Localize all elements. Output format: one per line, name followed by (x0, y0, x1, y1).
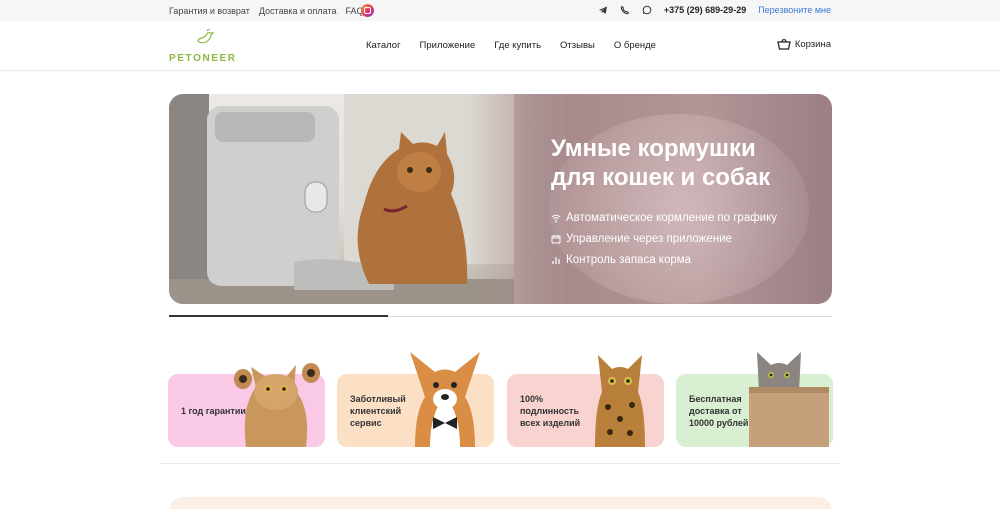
callback-link[interactable]: Перезвоните мне (758, 5, 831, 15)
feature-card-service[interactable]: Заботливый клиентский сервис (337, 352, 494, 447)
contacts: +375 (29) 689-29-29 Перезвоните мне (598, 5, 831, 15)
hero-feature: Автоматическое кормление по графику (551, 207, 777, 228)
hero-banner[interactable]: Умные кормушки для кошек и собак Автомат… (169, 94, 832, 304)
next-section-banner (169, 497, 832, 509)
feature-card-authenticity[interactable]: 100% подлинность всех изделий (507, 355, 664, 447)
logo-text: PETONEER (169, 53, 237, 64)
bengal-cat-image (595, 355, 645, 447)
nav-where-to-buy[interactable]: Где купить (494, 40, 541, 51)
telegram-icon[interactable] (598, 5, 608, 15)
logo-dog-icon (197, 29, 215, 44)
cart-label: Корзина (794, 38, 831, 50)
hero-fade (469, 94, 559, 304)
hero-feature-list: Автоматическое кормление по графику Упра… (551, 207, 777, 270)
slider-progress-fill (169, 315, 388, 317)
feeder-and-cat-image (169, 94, 514, 304)
cart-button[interactable]: Корзина (777, 38, 831, 50)
header: PETONEER Каталог Приложение Где купить О… (0, 21, 1000, 71)
top-links: Гарантия и возврат Доставка и оплата FAQ (169, 6, 364, 16)
bar-chart-icon (552, 256, 560, 264)
nav-reviews[interactable]: Отзывы (560, 40, 595, 51)
nav-about-brand[interactable]: О бренде (614, 40, 656, 51)
cat-in-box-image (749, 352, 829, 447)
calendar-icon (551, 234, 561, 243)
feature-card-warranty[interactable]: 1 год гарантии (168, 363, 325, 447)
feature-cards: 1 год гарантии Заботливый клиентский сер… (168, 336, 834, 448)
top-bar: Гарантия и возврат Доставка и оплата FAQ… (0, 0, 1000, 21)
phone-number[interactable]: +375 (29) 689-29-29 (664, 5, 746, 15)
whatsapp-icon[interactable] (642, 5, 652, 15)
section-divider (160, 463, 840, 464)
hero-feature-text: Управление через приложение (566, 232, 732, 245)
cat-paws-up-image (234, 363, 320, 447)
wifi-icon (551, 214, 561, 223)
corgi-image (410, 352, 480, 447)
hero-feature-text: Контроль запаса корма (566, 253, 692, 266)
hero-title: Умные кормушки для кошек и собак (551, 134, 811, 192)
logo[interactable]: PETONEER (169, 29, 239, 65)
hero-feature: Управление через приложение (551, 228, 777, 249)
hero-title-line2: для кошек и собак (551, 164, 771, 191)
hero-feature: Контроль запаса корма (551, 249, 777, 270)
feature-card-delivery[interactable]: Бесплатная доставка от 10000 рублей (676, 352, 833, 447)
hero-title-line1: Умные кормушки (551, 135, 756, 162)
hero-feature-text: Автоматическое кормление по графику (566, 211, 778, 224)
warranty-link[interactable]: Гарантия и возврат (169, 6, 250, 16)
hero-photo (169, 94, 514, 304)
basket-icon (777, 38, 791, 50)
slider-progress[interactable] (169, 315, 832, 317)
viber-icon[interactable] (620, 5, 630, 15)
nav-app[interactable]: Приложение (420, 40, 476, 51)
delivery-link[interactable]: Доставка и оплата (259, 6, 337, 16)
main-nav: Каталог Приложение Где купить Отзывы О б… (366, 40, 656, 51)
nav-catalog[interactable]: Каталог (366, 40, 401, 51)
instagram-icon[interactable] (361, 4, 374, 17)
